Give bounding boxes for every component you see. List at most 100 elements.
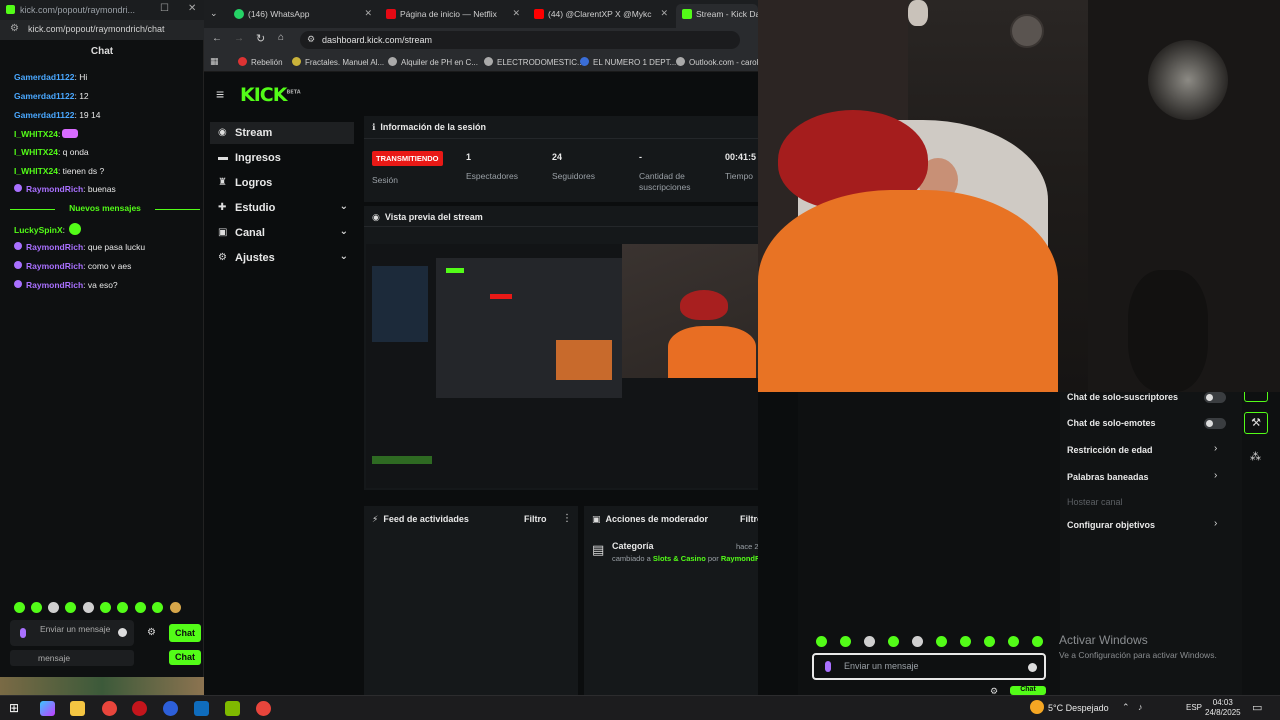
hamburger-menu-icon[interactable]: ≡	[216, 86, 224, 102]
emote-icon[interactable]	[960, 636, 971, 647]
language-indicator[interactable]: ESP	[1186, 703, 1202, 712]
new-messages-divider[interactable]: Nuevos mensajes	[10, 203, 200, 215]
webcam-feed	[758, 0, 1280, 392]
site-settings-icon[interactable]: ⚙	[10, 23, 19, 34]
url-field[interactable]: ⚙ dashboard.kick.com/stream	[300, 31, 740, 49]
session-info-card: ℹ Información de la sesión TRANSMITIENDO …	[364, 116, 758, 202]
emoji-picker-icon[interactable]	[1028, 663, 1037, 672]
popout-message-input[interactable]: Enviar un mensaje	[10, 620, 134, 646]
app-icon[interactable]	[225, 701, 240, 716]
back-arrow-icon[interactable]: ←	[212, 33, 222, 44]
stream-preview-video[interactable]	[366, 244, 758, 488]
home-icon[interactable]: ⌂	[278, 32, 284, 43]
popout-address-bar[interactable]: ⚙ kick.com/popout/raymondrich/chat	[0, 20, 204, 40]
subscriber-only-toggle[interactable]	[1204, 392, 1226, 403]
emote-icon[interactable]	[840, 636, 851, 647]
sidebar-item-ajustes[interactable]: ⚙ Ajustes ⌄	[210, 247, 354, 269]
activity-feed-title: ⚡ Feed de actividades	[372, 514, 469, 524]
emote-icon[interactable]	[100, 602, 111, 613]
tab-youtube[interactable]: (44) @ClarentXP X @Mykc ✕	[528, 4, 674, 24]
window-maximize-icon[interactable]: ☐	[160, 3, 169, 14]
sidebar-item-canal[interactable]: ▣ Canal ⌄	[210, 222, 354, 244]
sidebar-item-logros[interactable]: ♜ Logros	[210, 172, 354, 194]
kick-logo[interactable]: KICKBETA	[240, 84, 301, 106]
opera-icon[interactable]	[132, 701, 147, 716]
tab-close-icon[interactable]: ✕	[660, 8, 668, 19]
emote-icon[interactable]	[864, 636, 875, 647]
emote-icon[interactable]	[1008, 636, 1019, 647]
emote-icon[interactable]	[48, 602, 59, 613]
more-options-icon[interactable]: ⋮	[562, 513, 572, 524]
setting-age-restriction[interactable]: Restricción de edad	[1067, 445, 1153, 455]
file-explorer-icon[interactable]	[70, 701, 85, 716]
outlook-icon[interactable]	[194, 701, 209, 716]
emote-icon[interactable]	[135, 602, 146, 613]
mod-filter-button[interactable]: Filtro	[740, 514, 758, 524]
chevron-right-icon[interactable]: ›	[1214, 470, 1217, 481]
notification-icon[interactable]: ▭	[1252, 701, 1262, 714]
system-clock[interactable]: 04:03 24/8/2025	[1205, 698, 1241, 718]
youtube-icon	[534, 9, 544, 19]
emote-icon[interactable]	[65, 602, 76, 613]
apps-grid-icon[interactable]: ▦	[210, 56, 219, 67]
sidebar-item-ingresos[interactable]: ▬ Ingresos	[210, 147, 354, 169]
bookmark-item[interactable]: EL NUMERO 1 DEPT...	[580, 57, 676, 67]
sidebar-item-estudio[interactable]: ✚ Estudio ⌄	[210, 197, 354, 219]
chat-send-button[interactable]: Chat	[169, 624, 201, 642]
emote-icon[interactable]	[888, 636, 899, 647]
sidebar-item-stream[interactable]: ◉ Stream	[210, 122, 354, 144]
activity-filter-button[interactable]: Filtro	[524, 514, 547, 524]
setting-configure-goals[interactable]: Configurar objetivos	[1067, 520, 1155, 530]
rail-button-top[interactable]	[1244, 392, 1268, 402]
emote-icon[interactable]	[912, 636, 923, 647]
bookmark-item[interactable]: ELECTRODOMESTIC...	[484, 57, 584, 67]
bookmark-item[interactable]: Outlook.com - carol...	[676, 57, 765, 67]
site-info-icon[interactable]: ⚙	[307, 34, 315, 45]
weather-text[interactable]: 5°C Despejado	[1048, 703, 1109, 713]
chat-send-button[interactable]: Chat	[1010, 686, 1046, 695]
emote-icon[interactable]	[1032, 636, 1043, 647]
popout-url[interactable]: kick.com/popout/raymondrich/chat	[28, 24, 165, 34]
webcam-person-shirt	[758, 190, 1058, 392]
chevron-right-icon[interactable]: ›	[1214, 518, 1217, 529]
windows-start-icon[interactable]: ⊞	[9, 701, 19, 715]
tray-overflow-chevron-icon[interactable]: ⌃	[1122, 702, 1130, 713]
emote-icon[interactable]	[14, 602, 25, 613]
windows-taskbar: ⊞ 5°C Despejado ⌃ ♪ ESP 04:03 24/8/2025 …	[0, 695, 1280, 720]
bookmark-item[interactable]: Alquiler de PH en C...	[388, 57, 478, 67]
emote-icon[interactable]	[170, 602, 181, 613]
chrome-icon[interactable]	[102, 701, 117, 716]
chevron-right-icon[interactable]: ›	[1214, 443, 1217, 454]
tab-netflix[interactable]: Página de inicio — Netflix ✕	[380, 4, 526, 24]
community-icon[interactable]: ⁂	[1250, 450, 1261, 463]
tab-search-chevron-down-icon[interactable]: ⌄	[210, 8, 218, 19]
chrome-profile-icon[interactable]	[256, 701, 271, 716]
emote-icon[interactable]	[31, 602, 42, 613]
emote-icon[interactable]	[984, 636, 995, 647]
setting-banned-words[interactable]: Palabras baneadas	[1067, 472, 1149, 482]
bookmark-item[interactable]: Rebelión	[238, 57, 283, 67]
wrench-icon[interactable]: ⚒	[1244, 412, 1268, 434]
forward-arrow-icon[interactable]: →	[234, 33, 244, 44]
chat-message-input[interactable]: Enviar un mensaje	[812, 653, 1046, 680]
volume-icon[interactable]: ♪	[1138, 702, 1143, 712]
emote-icon[interactable]	[936, 636, 947, 647]
chat-settings-gear-icon[interactable]: ⚙	[147, 627, 156, 638]
tab-close-icon[interactable]: ✕	[512, 8, 520, 19]
tab-close-icon[interactable]: ✕	[364, 8, 372, 19]
emote-icon[interactable]	[117, 602, 128, 613]
emote-icon[interactable]	[152, 602, 163, 613]
tab-whatsapp[interactable]: (146) WhatsApp ✕	[228, 4, 378, 24]
clock-time: 04:03	[1212, 698, 1233, 707]
emote-icon[interactable]	[816, 636, 827, 647]
reload-icon[interactable]: ↻	[256, 32, 265, 45]
copilot-icon[interactable]	[40, 701, 55, 716]
browser-icon[interactable]	[163, 701, 178, 716]
bookmark-item[interactable]: Fractales. Manuel Al...	[292, 57, 384, 67]
window-close-icon[interactable]: ✕	[188, 3, 196, 14]
tab-kick-dashboard[interactable]: Stream - Kick Dashb	[676, 4, 758, 28]
emote-only-toggle[interactable]	[1204, 418, 1226, 429]
emote-icon[interactable]	[83, 602, 94, 613]
emoji-picker-icon[interactable]	[118, 628, 127, 637]
weather-icon[interactable]	[1030, 700, 1044, 714]
